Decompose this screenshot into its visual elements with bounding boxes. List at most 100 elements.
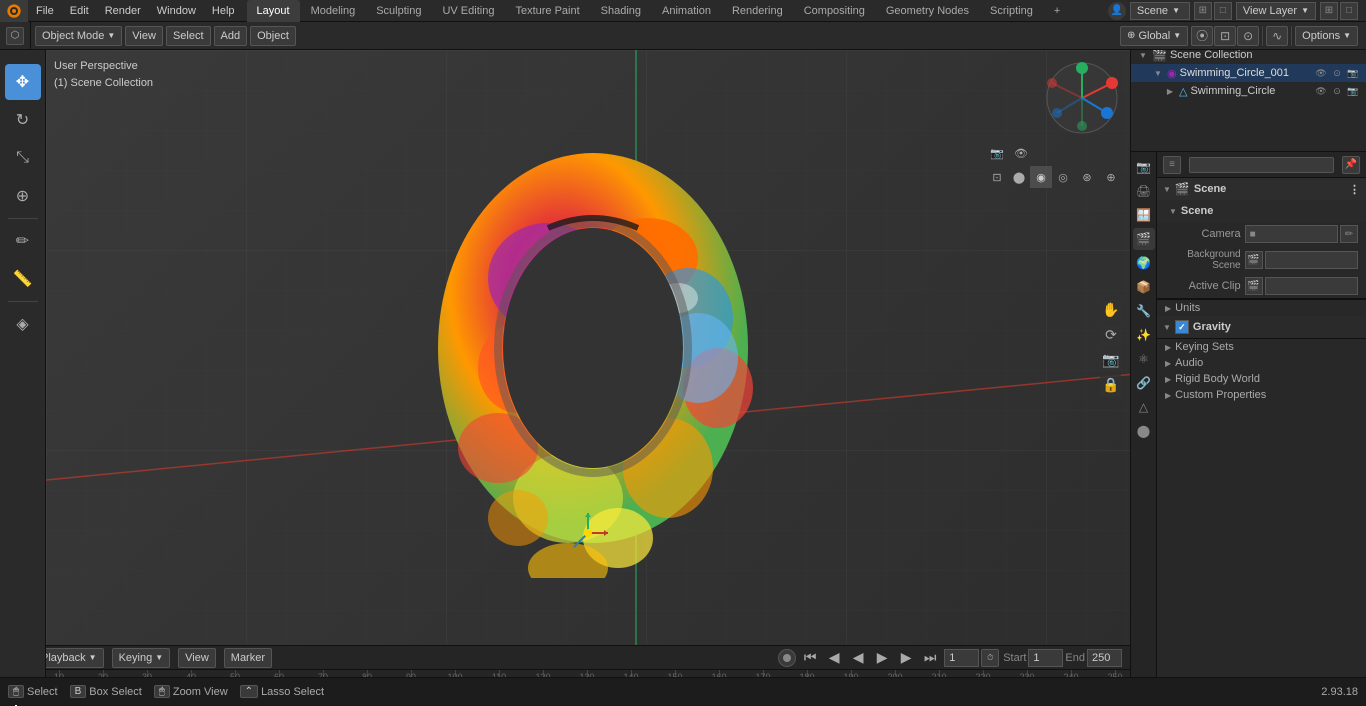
- props-render-icon[interactable]: 📷: [1133, 156, 1155, 178]
- props-data-icon[interactable]: △: [1133, 396, 1155, 418]
- menu-file[interactable]: File: [28, 0, 62, 22]
- outliner-item-swimming-circle-001[interactable]: ▼ ◉ Swimming_Circle_001 👁 ⊙ 📷: [1131, 64, 1366, 82]
- background-scene-value[interactable]: [1265, 251, 1358, 269]
- jump-end-btn[interactable]: ⏭: [920, 648, 940, 668]
- gravity-section-header[interactable]: ▼ ✓ Gravity: [1157, 316, 1366, 338]
- props-search-bar[interactable]: [1189, 157, 1334, 173]
- props-particles-icon[interactable]: ✨: [1133, 324, 1155, 346]
- prev-frame-btn[interactable]: ◀: [824, 648, 844, 668]
- shading-material[interactable]: ◉: [1030, 166, 1052, 188]
- viewport-type-icon[interactable]: ⬡: [6, 27, 24, 45]
- camera-lock-btn[interactable]: 🔒: [1100, 374, 1122, 396]
- marker-btn[interactable]: Marker: [224, 648, 272, 668]
- expand-swimming-circle-001[interactable]: ▼: [1152, 67, 1164, 79]
- object-mode-dropdown[interactable]: Object Mode ▼: [35, 26, 122, 46]
- tool-scale[interactable]: ⤡: [5, 140, 41, 176]
- snap-btn[interactable]: ⊡: [1214, 26, 1236, 46]
- tab-layout[interactable]: Layout: [247, 0, 300, 22]
- props-material-icon[interactable]: ⬤: [1133, 420, 1155, 442]
- tab-scripting[interactable]: Scripting: [980, 0, 1043, 22]
- background-scene-icon-btn[interactable]: 🎬: [1245, 251, 1263, 269]
- end-frame-input[interactable]: 250: [1087, 649, 1122, 667]
- select-icon[interactable]: ⊙: [1330, 66, 1344, 80]
- camera-edit-btn[interactable]: ✏: [1340, 225, 1358, 243]
- tab-add[interactable]: +: [1044, 0, 1070, 22]
- props-object-icon[interactable]: 📦: [1133, 276, 1155, 298]
- overlay-btn[interactable]: ⊛: [1076, 166, 1098, 188]
- units-section[interactable]: ▶ Units: [1157, 300, 1366, 316]
- expand-swimming-circle[interactable]: ▶: [1164, 85, 1176, 97]
- props-output-icon[interactable]: 🖨: [1133, 180, 1155, 202]
- viewport-show-btn[interactable]: 👁: [1010, 142, 1032, 164]
- props-physics-icon[interactable]: ⚛: [1133, 348, 1155, 370]
- props-world-icon[interactable]: 🌍: [1133, 252, 1155, 274]
- view-menu[interactable]: View: [125, 26, 163, 46]
- tab-sculpting[interactable]: Sculpting: [366, 0, 431, 22]
- start-frame-input[interactable]: 1: [1028, 649, 1063, 667]
- tool-move[interactable]: ✥: [5, 64, 41, 100]
- visibility-icon[interactable]: 👁: [1314, 66, 1328, 80]
- props-options-icon[interactable]: ≡: [1163, 156, 1181, 174]
- gravity-checkbox[interactable]: ✓: [1175, 320, 1189, 334]
- menu-window[interactable]: Window: [149, 0, 204, 22]
- scene-section-options[interactable]: ⋮: [1349, 183, 1360, 196]
- next-frame-btn[interactable]: ▶: [896, 648, 916, 668]
- tool-transform[interactable]: ⊕: [5, 178, 41, 214]
- menu-edit[interactable]: Edit: [62, 0, 97, 22]
- record-btn[interactable]: [778, 649, 796, 667]
- gizmo-btn[interactable]: ⊕: [1100, 166, 1122, 188]
- keying-sets-section[interactable]: ▶ Keying Sets: [1157, 339, 1366, 355]
- active-clip-value[interactable]: [1265, 277, 1358, 295]
- tool-measure[interactable]: 📏: [5, 261, 41, 297]
- keying-btn[interactable]: Keying ▼: [112, 648, 171, 668]
- tool-rotate[interactable]: ↻: [5, 102, 41, 138]
- render-icon[interactable]: 📷: [1346, 66, 1360, 80]
- custom-properties-section[interactable]: ▶ Custom Properties: [1157, 387, 1366, 403]
- viewport-cam-btn[interactable]: 📷: [986, 142, 1008, 164]
- current-frame-input[interactable]: 1: [944, 649, 979, 667]
- play-reverse-btn[interactable]: ◀: [848, 648, 868, 668]
- props-constraints-icon[interactable]: 🔗: [1133, 372, 1155, 394]
- tab-geometry-nodes[interactable]: Geometry Nodes: [876, 0, 979, 22]
- object-menu[interactable]: Object: [250, 26, 296, 46]
- tab-rendering[interactable]: Rendering: [722, 0, 793, 22]
- camera-value[interactable]: ■: [1245, 225, 1338, 243]
- shading-wire[interactable]: ⊡: [986, 166, 1008, 188]
- navigation-gizmo[interactable]: [1042, 58, 1122, 138]
- active-clip-icon-btn[interactable]: 🎬: [1245, 277, 1263, 295]
- outliner-item-swimming-circle[interactable]: ▶ △ Swimming_Circle 👁 ⊙ 📷: [1131, 82, 1366, 100]
- tool-annotate[interactable]: ✏: [5, 223, 41, 259]
- zoom-orbit-btn[interactable]: 📷: [1100, 349, 1122, 371]
- play-btn[interactable]: ▶: [872, 648, 892, 668]
- scene-section-header[interactable]: ▼ 🎬 Scene ⋮: [1157, 178, 1366, 200]
- shading-solid[interactable]: ⬤: [1008, 166, 1030, 188]
- viewport[interactable]: User Perspective (1) Scene Collection: [46, 50, 1130, 645]
- pivot-btn[interactable]: ⦿: [1191, 26, 1213, 46]
- audio-section[interactable]: ▶ Audio: [1157, 355, 1366, 371]
- orbit-btn[interactable]: ⟳: [1100, 324, 1122, 346]
- props-modifier-icon[interactable]: 🔧: [1133, 300, 1155, 322]
- view-btn[interactable]: View: [178, 648, 216, 668]
- props-scene-icon[interactable]: 🎬: [1133, 228, 1155, 250]
- view-layer-icon-2[interactable]: □: [1340, 2, 1358, 20]
- menu-render[interactable]: Render: [97, 0, 149, 22]
- props-view-layer-icon[interactable]: 🪟: [1133, 204, 1155, 226]
- tool-add-object[interactable]: ◈: [5, 306, 41, 342]
- scene-subsection-header[interactable]: ▼ Scene: [1157, 200, 1366, 222]
- pan-btn[interactable]: ✋: [1100, 299, 1122, 321]
- tab-texture-paint[interactable]: Texture Paint: [505, 0, 589, 22]
- props-pin-icon[interactable]: 📌: [1342, 156, 1360, 174]
- graph-btn[interactable]: ∿: [1266, 26, 1288, 46]
- options-btn[interactable]: Options ▼: [1295, 26, 1358, 46]
- user-icon[interactable]: 👤: [1108, 2, 1126, 20]
- scene-icon-2[interactable]: □: [1214, 2, 1232, 20]
- view-layer-selector[interactable]: View Layer ▼: [1236, 2, 1316, 20]
- tab-uv-editing[interactable]: UV Editing: [432, 0, 504, 22]
- tab-shading[interactable]: Shading: [591, 0, 651, 22]
- tab-animation[interactable]: Animation: [652, 0, 721, 22]
- add-menu[interactable]: Add: [214, 26, 248, 46]
- select-icon-2[interactable]: ⊙: [1330, 84, 1344, 98]
- menu-help[interactable]: Help: [204, 0, 243, 22]
- jump-start-btn[interactable]: ⏮: [800, 648, 820, 668]
- scene-icon-1[interactable]: ⊞: [1194, 2, 1212, 20]
